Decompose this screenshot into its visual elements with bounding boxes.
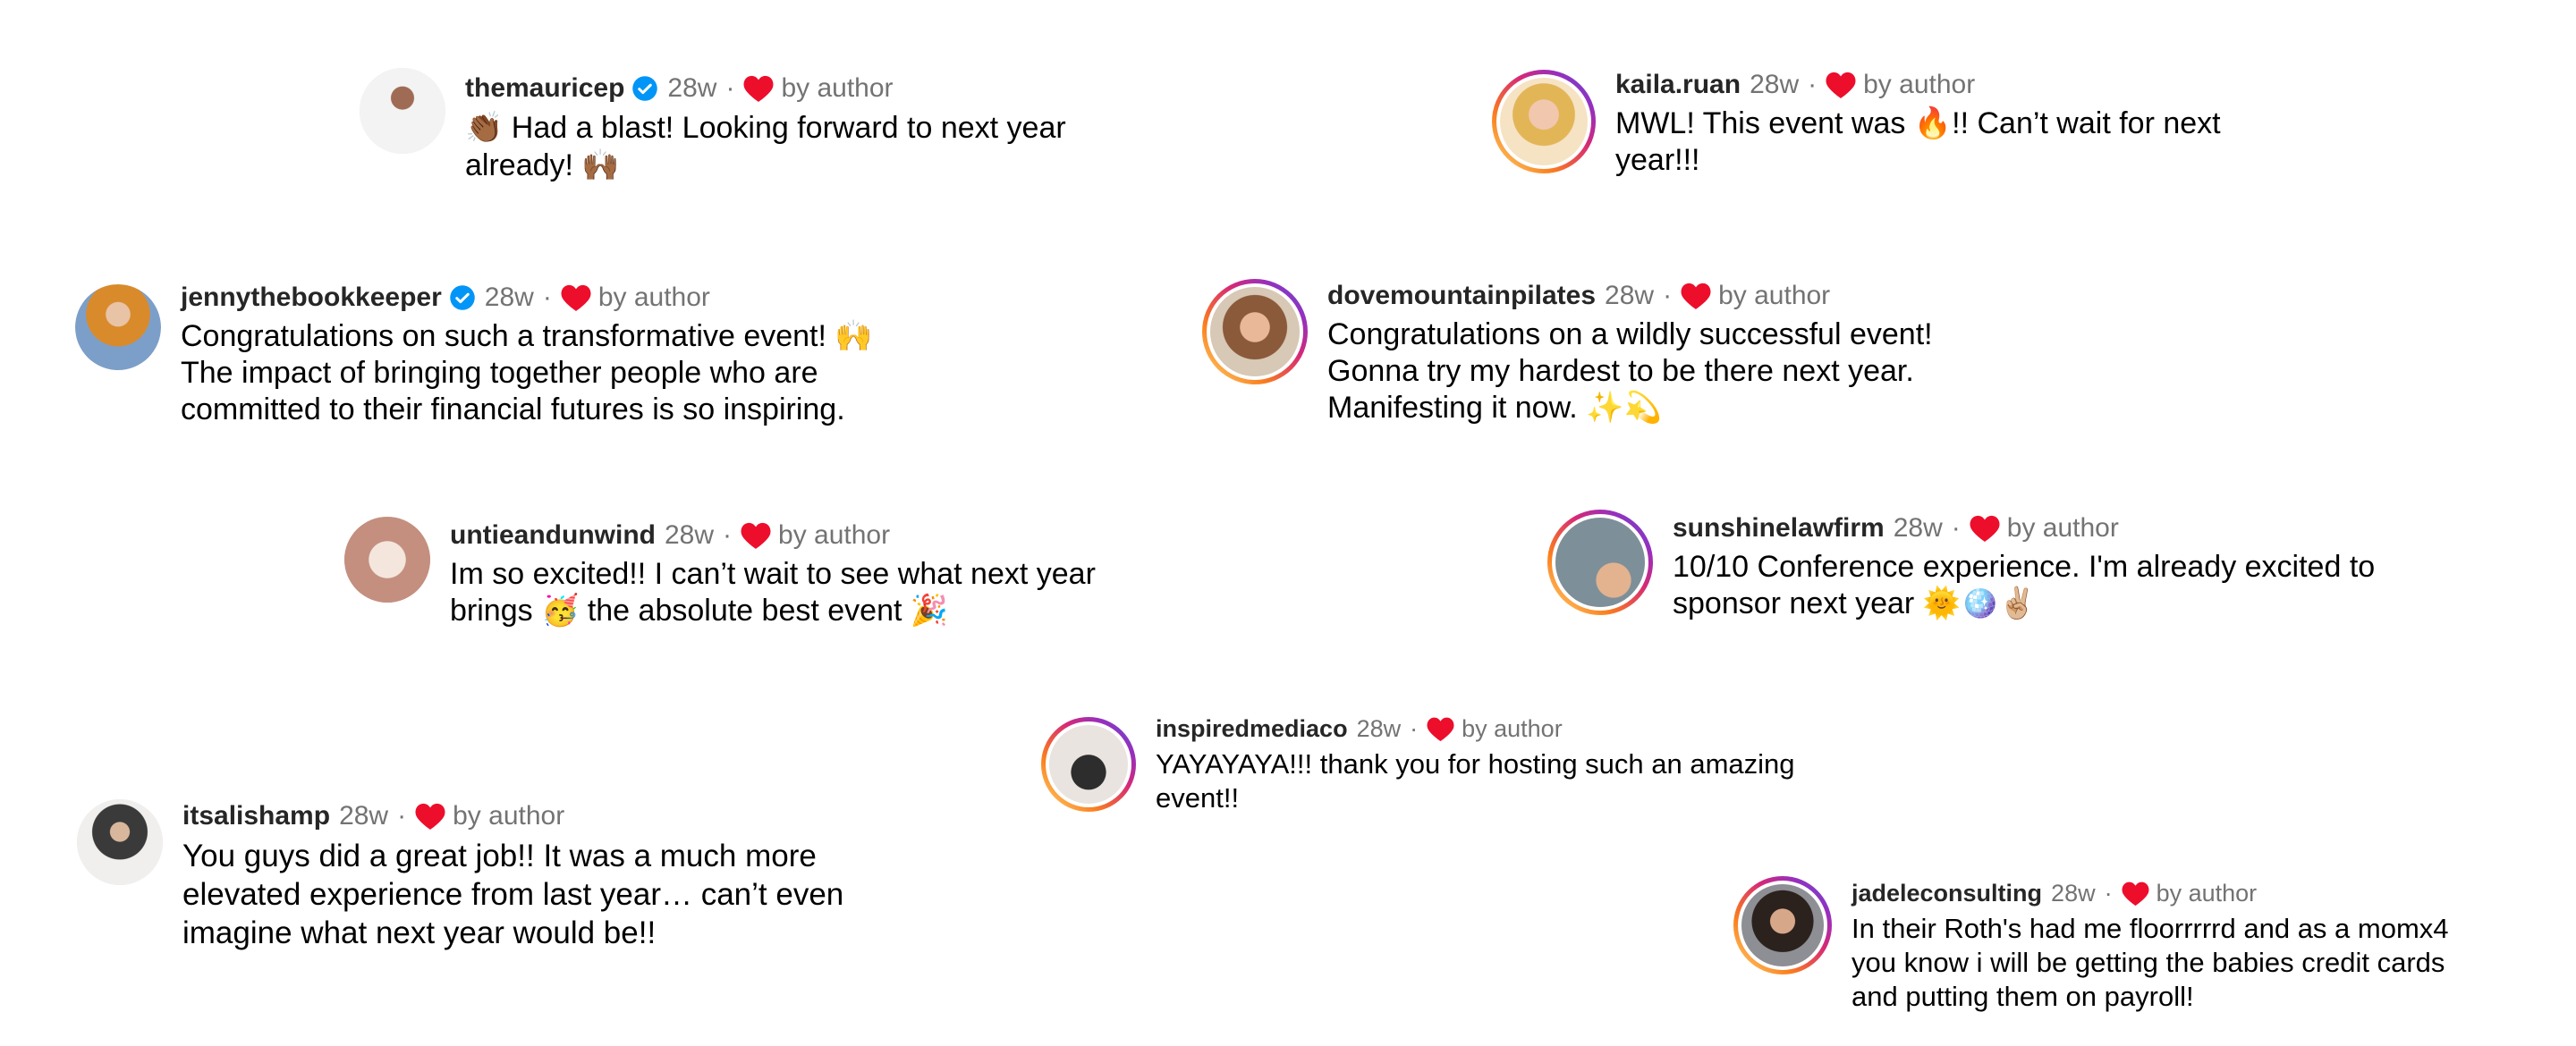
- comment-meta: itsalishamp 28w · by author: [182, 796, 843, 837]
- separator-dot: ·: [542, 283, 552, 312]
- comment-untieandunwind: untieandunwind 28w · by author Im so exc…: [344, 517, 1096, 629]
- username[interactable]: itsalishamp: [182, 796, 330, 837]
- username[interactable]: jennythebookkeeper: [181, 277, 442, 318]
- separator-dot: ·: [2104, 880, 2113, 907]
- username[interactable]: themauricep: [465, 68, 624, 109]
- heart-icon: [1681, 283, 1711, 309]
- username[interactable]: kaila.ruan: [1615, 64, 1741, 105]
- avatar[interactable]: [344, 517, 430, 603]
- comment-text: In their Roth's had me floorrrrrd and as…: [1852, 913, 2449, 1012]
- timestamp: 28w: [1605, 281, 1655, 310]
- verified-badge-icon: [449, 284, 476, 311]
- avatar-story-ring[interactable]: [1492, 70, 1596, 173]
- heart-icon: [415, 803, 445, 830]
- liked-by-author-label: by author: [453, 801, 565, 831]
- heart-icon: [1427, 717, 1454, 741]
- comment-text: 👏🏾 Had a blast! Looking forward to next …: [465, 111, 1066, 182]
- avatar-story-ring[interactable]: [1202, 279, 1308, 384]
- username[interactable]: inspiredmediaco: [1156, 710, 1348, 747]
- comment-meta: dovemountainpilates 28w · by author: [1327, 275, 1933, 316]
- username[interactable]: sunshinelawfirm: [1673, 508, 1885, 549]
- timestamp: 28w: [1893, 513, 1943, 543]
- comment-meta: inspiredmediaco 28w · by author: [1156, 710, 1795, 747]
- comment-meta: sunshinelawfirm 28w · by author: [1673, 508, 2375, 549]
- liked-by-author-label: by author: [778, 520, 891, 550]
- avatar-story-ring[interactable]: [1041, 717, 1136, 812]
- username[interactable]: jadeleconsulting: [1852, 874, 2042, 912]
- avatar: [1210, 287, 1300, 376]
- avatar: [1500, 78, 1588, 165]
- username[interactable]: dovemountainpilates: [1327, 275, 1596, 316]
- separator-dot: ·: [1808, 70, 1818, 99]
- comment-dovemountainpilates: dovemountainpilates 28w · by author Cong…: [1202, 279, 1933, 426]
- liked-by-author-label: by author: [1863, 70, 1976, 99]
- avatar[interactable]: [75, 284, 161, 370]
- comment-themauricep: themauricep 28w · by author 👏🏾 Had a bla…: [360, 68, 1066, 184]
- avatar-story-ring[interactable]: [1733, 876, 1832, 974]
- comment-itsalishamp: itsalishamp 28w · by author You guys did…: [77, 799, 843, 952]
- avatar: [1049, 725, 1128, 804]
- separator-dot: ·: [1663, 281, 1673, 310]
- comment-text: 10/10 Conference experience. I'm already…: [1673, 550, 2376, 620]
- comment-meta: jennythebookkeeper 28w · by author: [181, 277, 873, 318]
- avatar[interactable]: [77, 799, 163, 885]
- heart-icon: [561, 284, 591, 311]
- timestamp: 28w: [1356, 715, 1402, 742]
- comment-jadeleconsulting: jadeleconsulting 28w · by author In thei…: [1733, 876, 2449, 1014]
- comment-inspiredmediaco: inspiredmediaco 28w · by author YAYAYAYA…: [1041, 715, 1795, 815]
- comment-sunshinelawfirm: sunshinelawfirm 28w · by author 10/10 Co…: [1547, 510, 2375, 622]
- heart-icon: [743, 75, 774, 102]
- comment-kaila-ruan: kaila.ruan 28w · by author MWL! This eve…: [1492, 70, 2221, 179]
- timestamp: 28w: [667, 73, 717, 103]
- separator-dot: ·: [1410, 715, 1419, 742]
- username[interactable]: untieandunwind: [450, 515, 656, 556]
- liked-by-author-label: by author: [1718, 281, 1831, 310]
- timestamp: 28w: [339, 801, 389, 831]
- separator-dot: ·: [723, 520, 733, 550]
- separator-dot: ·: [725, 73, 735, 103]
- timestamp: 28w: [484, 283, 534, 312]
- liked-by-author-label: by author: [1462, 715, 1563, 742]
- timestamp: 28w: [664, 520, 715, 550]
- comment-text: Congratulations on a wildly successful e…: [1327, 317, 1933, 425]
- comment-meta: untieandunwind 28w · by author: [450, 515, 1096, 556]
- heart-icon: [2122, 882, 2149, 906]
- comment-text: Im so excited!! I can’t wait to see what…: [450, 557, 1096, 628]
- comment-text: YAYAYAYA!!! thank you for hosting such a…: [1156, 748, 1795, 814]
- timestamp: 28w: [2051, 880, 2096, 907]
- heart-icon: [741, 522, 771, 549]
- comment-jennythebookkeeper: jennythebookkeeper 28w · by author Congr…: [75, 283, 873, 428]
- comment-text: You guys did a great job!! It was a much…: [182, 839, 844, 950]
- comment-meta: themauricep 28w · by author: [465, 68, 1066, 109]
- avatar: [1741, 884, 1824, 966]
- liked-by-author-label: by author: [2156, 880, 2258, 907]
- liked-by-author-label: by author: [597, 283, 710, 312]
- liked-by-author-label: by author: [2006, 513, 2119, 543]
- comment-text: Congratulations on such a transformative…: [181, 319, 873, 426]
- comment-meta: kaila.ruan 28w · by author: [1615, 64, 2221, 105]
- heart-icon: [1970, 515, 2000, 542]
- heart-icon: [1826, 72, 1856, 98]
- comment-meta: jadeleconsulting 28w · by author: [1852, 874, 2449, 912]
- separator-dot: ·: [1951, 513, 1961, 543]
- comment-text: MWL! This event was 🔥!! Can’t wait for n…: [1615, 106, 2221, 177]
- avatar-story-ring[interactable]: [1547, 510, 1653, 615]
- verified-badge-icon: [631, 75, 658, 102]
- separator-dot: ·: [397, 801, 407, 831]
- avatar[interactable]: [360, 68, 445, 154]
- timestamp: 28w: [1750, 70, 1800, 99]
- liked-by-author-label: by author: [781, 73, 894, 103]
- avatar: [1555, 518, 1645, 607]
